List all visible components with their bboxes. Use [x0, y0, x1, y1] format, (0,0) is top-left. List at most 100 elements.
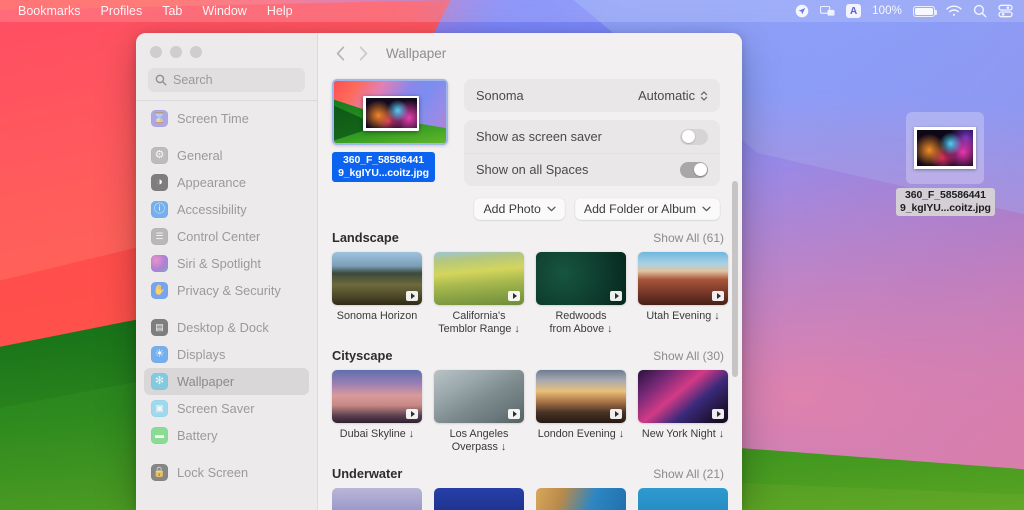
tile-thumbnail[interactable]	[434, 488, 524, 510]
section-header: Underwater Show All (21)	[332, 466, 732, 481]
sidebar-item-general[interactable]: ⚙ General	[144, 142, 309, 169]
tile-thumbnail[interactable]	[536, 488, 626, 510]
desktop-dock-icon: ▤	[151, 319, 168, 336]
control-center-icon[interactable]	[998, 4, 1013, 18]
tile-thumbnail[interactable]	[536, 370, 626, 423]
tile-thumbnail[interactable]	[332, 488, 422, 510]
vertical-scrollbar[interactable]	[732, 181, 738, 377]
menu-item-profiles[interactable]: Profiles	[91, 3, 153, 19]
screen-saver-icon: ▣	[151, 400, 168, 417]
location-arrow-icon[interactable]	[795, 4, 809, 18]
tile-thumbnail[interactable]	[536, 252, 626, 305]
desktop-icon-image-art	[917, 130, 973, 166]
tile-thumbnail[interactable]	[332, 370, 422, 423]
sidebar-item-desktop-dock[interactable]: ▤ Desktop & Dock	[144, 314, 309, 341]
show-on-all-spaces-row[interactable]: Show on all Spaces	[464, 153, 720, 186]
sidebar-item-privacy-security[interactable]: ✋ Privacy & Security	[144, 277, 309, 304]
sidebar-item-wallpaper[interactable]: ✻ Wallpaper	[144, 368, 309, 395]
tile-thumbnail[interactable]	[434, 252, 524, 305]
add-photo-button[interactable]: Add Photo	[474, 198, 565, 220]
add-folder-or-album-label: Add Folder or Album	[583, 202, 696, 216]
tile-caption: Dubai Skyline ↓	[339, 428, 415, 440]
sidebar-item-screen-saver[interactable]: ▣ Screen Saver	[144, 395, 309, 422]
sidebar-item-label: Screen Time	[177, 111, 249, 126]
sidebar-item-lock-screen[interactable]: 🔒 Lock Screen	[144, 459, 309, 486]
show-as-screen-saver-row[interactable]: Show as screen saver	[464, 120, 720, 153]
desktop-icon-selection-tile[interactable]	[906, 112, 984, 184]
sidebar-item-label: Displays	[177, 347, 226, 362]
add-folder-or-album-button[interactable]: Add Folder or Album	[574, 198, 720, 220]
battery-icon[interactable]	[913, 5, 937, 17]
sidebar-group-1: ⌛ Screen Time	[144, 105, 309, 142]
sidebar-item-list: ⌛ Screen Time ⚙ General ◑ Appearance ⓘ A…	[136, 101, 317, 496]
spotlight-search-icon[interactable]	[973, 4, 987, 18]
tile-thumbnail[interactable]	[638, 252, 728, 305]
play-icon	[508, 409, 520, 419]
wallpaper-tile[interactable]: New York Night ↓	[638, 370, 728, 453]
search-icon	[155, 74, 167, 86]
content-toolbar: Wallpaper	[318, 33, 742, 73]
wallpaper-gallery: Landscape Show All (61) Sonoma Horizon C…	[318, 230, 742, 510]
sidebar-item-siri-spotlight[interactable]: Siri & Spotlight	[144, 250, 309, 277]
tile-caption: Utah Evening ↓	[646, 310, 720, 322]
hourglass-icon: ⌛	[151, 110, 168, 127]
wifi-icon[interactable]	[946, 5, 962, 17]
play-icon	[610, 291, 622, 301]
wallpaper-tile[interactable]: London Evening ↓	[536, 370, 626, 453]
section-tiles	[332, 488, 732, 510]
zoom-button[interactable]	[190, 46, 202, 58]
desktop-file-icon[interactable]: 360_F_58586441 9_kgIYU...coitz.jpg	[896, 112, 995, 216]
screen-mirroring-icon[interactable]	[820, 5, 835, 18]
sidebar-item-appearance[interactable]: ◑ Appearance	[144, 169, 309, 196]
minimize-button[interactable]	[170, 46, 182, 58]
wallpaper-tile[interactable]: Los Angeles Overpass ↓	[434, 370, 524, 453]
show-all-link[interactable]: Show All (61)	[653, 231, 724, 245]
menu-item-help[interactable]: Help	[257, 3, 303, 19]
sidebar-item-screen-time[interactable]: ⌛ Screen Time	[144, 105, 309, 132]
sidebar-item-label: Wallpaper	[177, 374, 235, 389]
wallpaper-tile[interactable]: California's Temblor Range ↓	[434, 252, 524, 335]
tile-thumbnail[interactable]	[638, 370, 728, 423]
wallpaper-tile[interactable]: Sonoma Horizon	[332, 252, 422, 335]
input-source-A-icon[interactable]: A	[846, 4, 862, 18]
wallpaper-tile[interactable]: Redwoods from Above ↓	[536, 252, 626, 335]
wallpaper-tile[interactable]: Dubai Skyline ↓	[332, 370, 422, 453]
sidebar-item-label: Privacy & Security	[177, 283, 281, 298]
menu-item-bookmarks[interactable]: Bookmarks	[8, 3, 91, 19]
menu-item-tab[interactable]: Tab	[152, 3, 192, 19]
play-icon	[610, 409, 622, 419]
menu-item-window[interactable]: Window	[192, 3, 256, 19]
settings-content-pane: Wallpaper 360_F_58586441 9_kgIYU...coitz…	[318, 33, 742, 510]
tile-thumbnail[interactable]	[638, 488, 728, 510]
show-all-link[interactable]: Show All (21)	[653, 467, 724, 481]
brightness-icon: ☀	[151, 346, 168, 363]
theme-mode-popup[interactable]: Automatic	[638, 88, 708, 103]
back-button[interactable]	[336, 45, 345, 61]
chevron-down-icon	[702, 205, 711, 214]
desktop-icon-label[interactable]: 360_F_58586441 9_kgIYU...coitz.jpg	[896, 188, 995, 216]
show-on-all-spaces-toggle[interactable]	[680, 161, 708, 178]
selected-file-chip[interactable]: 360_F_58586441 9_kgIYU...coitz.jpg	[332, 152, 435, 182]
tile-thumbnail[interactable]	[332, 252, 422, 305]
show-as-screen-saver-toggle[interactable]	[680, 128, 708, 145]
sidebar-item-control-center[interactable]: ☰ Control Center	[144, 223, 309, 250]
wallpaper-tile[interactable]: Utah Evening ↓	[638, 252, 728, 335]
tile-thumbnail[interactable]	[434, 370, 524, 423]
sidebar-item-displays[interactable]: ☀ Displays	[144, 341, 309, 368]
menu-bar: Bookmarks Profiles Tab Window Help A 100…	[0, 0, 1024, 22]
forward-button[interactable]	[359, 45, 368, 61]
close-button[interactable]	[150, 46, 162, 58]
selected-file-name-line2: 9_kgIYU...coitz.jpg	[338, 166, 429, 179]
search-input[interactable]: Search	[148, 68, 305, 92]
sidebar-item-accessibility[interactable]: ⓘ Accessibility	[144, 196, 309, 223]
window-traffic-lights	[136, 33, 317, 58]
sidebar-group-2: ⚙ General ◑ Appearance ⓘ Accessibility ☰…	[144, 142, 309, 314]
sidebar-item-label: Siri & Spotlight	[177, 256, 261, 271]
sidebar-item-battery[interactable]: ▬ Battery	[144, 422, 309, 449]
show-all-link[interactable]: Show All (30)	[653, 349, 724, 363]
theme-row[interactable]: Sonoma Automatic	[464, 79, 720, 112]
sidebar-item-label: Lock Screen	[177, 465, 249, 480]
dragged-image-overlay	[363, 95, 420, 131]
wallpaper-preview-thumbnail[interactable]	[332, 79, 448, 145]
